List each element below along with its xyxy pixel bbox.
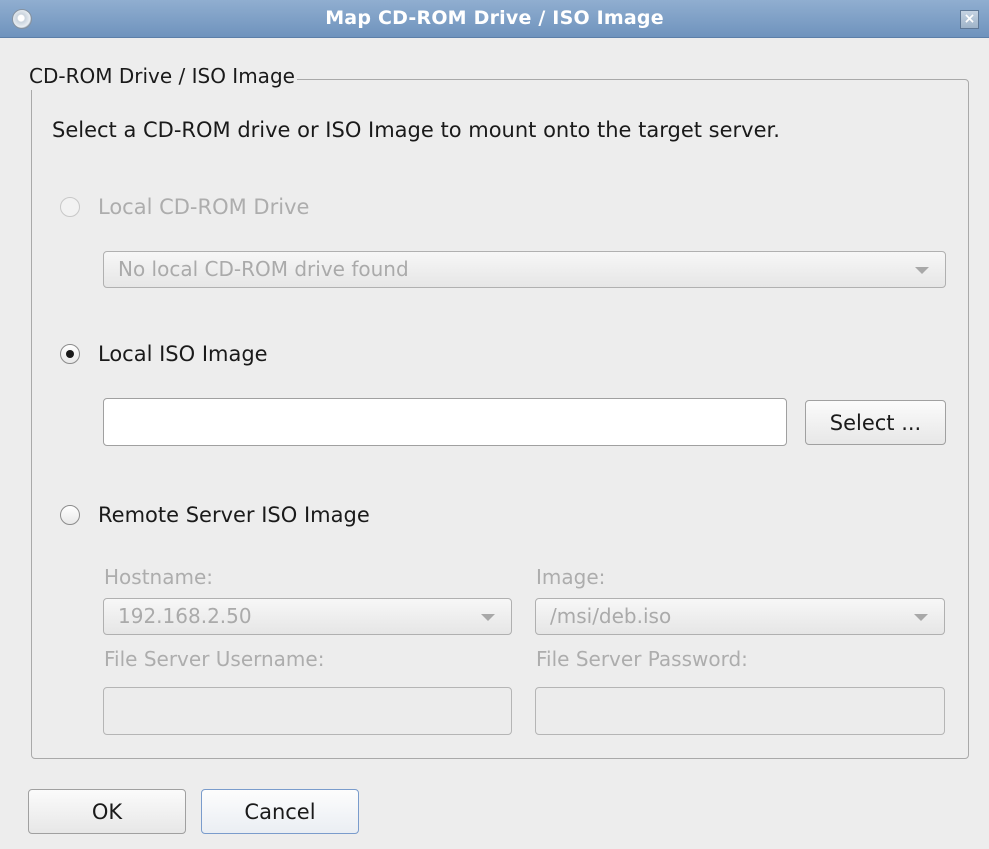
- ok-button[interactable]: OK: [28, 789, 186, 834]
- remote-iso-label: Remote Server ISO Image: [98, 503, 370, 527]
- local-cdrom-drive-value: No local CD-ROM drive found: [118, 257, 409, 281]
- image-value: /msi/deb.iso: [550, 604, 672, 628]
- local-iso-path-input[interactable]: [103, 398, 787, 446]
- remote-iso-option[interactable]: Remote Server ISO Image: [60, 500, 370, 530]
- local-cdrom-label: Local CD-ROM Drive: [98, 195, 310, 219]
- image-select[interactable]: /msi/deb.iso: [535, 598, 945, 635]
- local-cdrom-option[interactable]: Local CD-ROM Drive: [60, 192, 309, 222]
- remote-iso-radio[interactable]: [60, 505, 80, 525]
- instruction-text: Select a CD-ROM drive or ISO Image to mo…: [52, 118, 780, 142]
- local-cdrom-drive-select[interactable]: No local CD-ROM drive found: [103, 251, 946, 288]
- local-iso-label: Local ISO Image: [98, 342, 268, 366]
- password-label: File Server Password:: [536, 647, 748, 671]
- hostname-value: 192.168.2.50: [118, 604, 252, 628]
- title-bar[interactable]: Map CD-ROM Drive / ISO Image ×: [0, 0, 989, 38]
- group-title: CD-ROM Drive / ISO Image: [29, 62, 297, 90]
- local-iso-option[interactable]: Local ISO Image: [60, 339, 268, 369]
- chevron-down-icon: [914, 614, 928, 621]
- local-iso-radio[interactable]: [60, 344, 80, 364]
- hostname-label: Hostname:: [104, 565, 213, 589]
- file-server-password-input[interactable]: [535, 687, 945, 735]
- chevron-down-icon: [481, 614, 495, 621]
- window-title: Map CD-ROM Drive / ISO Image: [325, 7, 664, 29]
- local-cdrom-radio[interactable]: [60, 197, 80, 217]
- cancel-button[interactable]: Cancel: [201, 789, 359, 834]
- image-label: Image:: [536, 565, 606, 589]
- close-button[interactable]: ×: [960, 10, 979, 29]
- select-iso-button[interactable]: Select ...: [805, 400, 946, 445]
- chevron-down-icon: [915, 267, 929, 274]
- map-cdrom-dialog: Map CD-ROM Drive / ISO Image × CD-ROM Dr…: [0, 0, 989, 849]
- username-label: File Server Username:: [104, 647, 325, 671]
- file-server-username-input[interactable]: [103, 687, 512, 735]
- hostname-select[interactable]: 192.168.2.50: [103, 598, 512, 635]
